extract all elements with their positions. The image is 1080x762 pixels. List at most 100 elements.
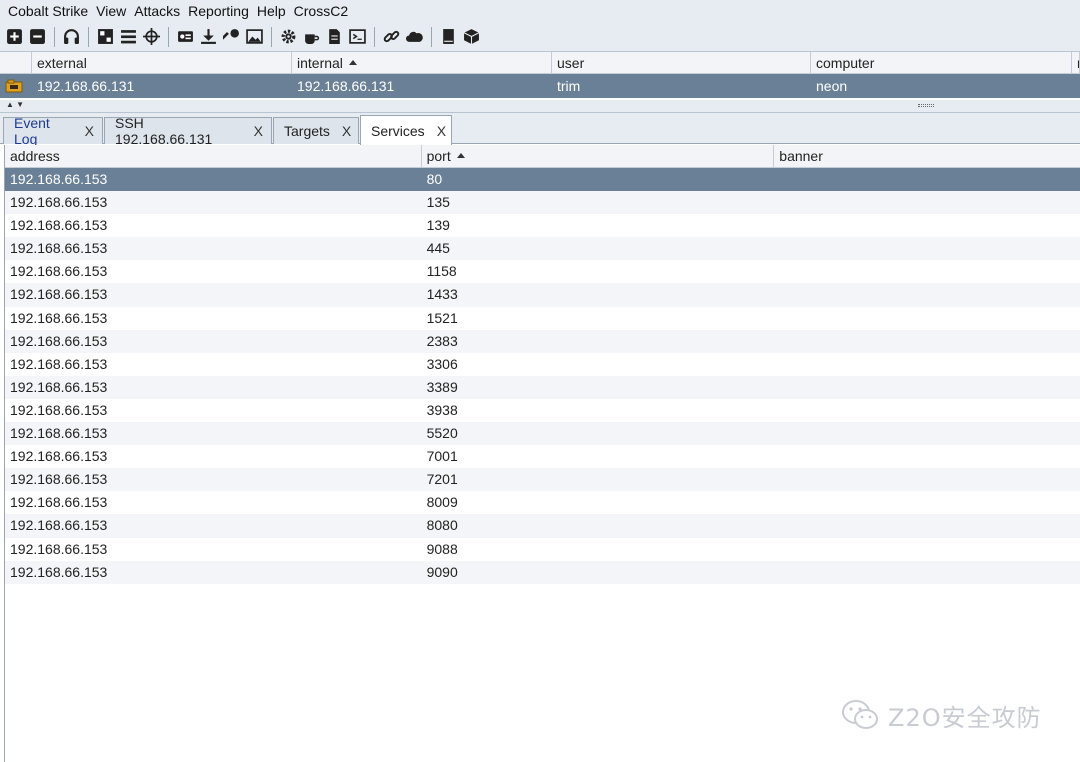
tab-label: Event Log bbox=[14, 115, 50, 147]
cell-address: 192.168.66.153 bbox=[10, 263, 108, 280]
document-icon[interactable] bbox=[324, 27, 344, 47]
tab-label: Targets bbox=[284, 123, 330, 139]
tab-label: SSH 192.168.66.131 bbox=[115, 115, 213, 147]
services-header: address port banner bbox=[5, 145, 1080, 168]
link-icon[interactable] bbox=[381, 27, 401, 47]
menu-attacks[interactable]: Attacks bbox=[130, 0, 184, 22]
header-user[interactable]: user bbox=[552, 52, 811, 74]
menu-reporting[interactable]: Reporting bbox=[184, 0, 253, 22]
header-computer[interactable]: computer bbox=[811, 52, 1072, 74]
table-row[interactable]: 192.168.66.153 445 bbox=[5, 237, 1080, 261]
header-internal[interactable]: internal bbox=[292, 52, 552, 74]
table-row[interactable]: 192.168.66.153 1521 bbox=[5, 307, 1080, 330]
header-port[interactable]: port bbox=[422, 145, 775, 168]
cell-banner bbox=[774, 237, 1080, 260]
download-icon[interactable] bbox=[198, 27, 218, 47]
cell-port: 9088 bbox=[426, 540, 458, 557]
table-row[interactable]: 192.168.66.153 2383 bbox=[5, 329, 1080, 353]
tab-targets[interactable]: Targets X bbox=[273, 117, 359, 144]
cell-banner bbox=[774, 376, 1080, 399]
headphones-icon[interactable] bbox=[61, 27, 81, 47]
header-port-label: port bbox=[426, 148, 451, 164]
header-banner[interactable]: banner bbox=[774, 145, 1080, 168]
session-computer: neon bbox=[816, 78, 848, 94]
cell-banner bbox=[774, 307, 1080, 330]
cell-address: 192.168.66.153 bbox=[10, 401, 108, 418]
pivot-graph-icon[interactable] bbox=[95, 27, 115, 47]
cell-address: 192.168.66.153 bbox=[10, 517, 108, 534]
key-icon[interactable] bbox=[221, 27, 241, 47]
tab-services[interactable]: Services X bbox=[360, 115, 452, 145]
table-row[interactable]: 192.168.66.153 139 bbox=[5, 214, 1080, 237]
table-row[interactable]: 192.168.66.153 135 bbox=[5, 191, 1080, 215]
cell-port: 445 bbox=[426, 240, 450, 257]
credentials-icon[interactable] bbox=[175, 27, 195, 47]
cube-icon[interactable] bbox=[461, 27, 481, 47]
menu-help[interactable]: Help bbox=[253, 0, 290, 22]
cell-address: 192.168.66.153 bbox=[10, 332, 108, 349]
gear-icon[interactable] bbox=[278, 27, 298, 47]
cell-address: 192.168.66.153 bbox=[10, 563, 108, 580]
cell-banner bbox=[774, 538, 1080, 561]
tab-event-log[interactable]: Event Log X bbox=[3, 115, 103, 147]
cell-banner bbox=[774, 330, 1080, 353]
table-row[interactable]: 192.168.66.153 1158 bbox=[5, 260, 1080, 283]
minus-icon[interactable] bbox=[27, 27, 47, 47]
cell-port: 5520 bbox=[426, 425, 458, 442]
toolbar-separator bbox=[374, 26, 375, 47]
image-icon[interactable] bbox=[244, 27, 264, 47]
tab-close-button[interactable]: X bbox=[254, 123, 263, 139]
table-row[interactable]: 192.168.66.153 3389 bbox=[5, 375, 1080, 399]
table-row[interactable]: 192.168.66.153 7001 bbox=[5, 445, 1080, 468]
list-icon[interactable] bbox=[118, 27, 138, 47]
tab-close-button[interactable]: X bbox=[342, 123, 351, 139]
table-row[interactable]: 192.168.66.153 5520 bbox=[5, 422, 1080, 446]
menu-view[interactable]: View bbox=[92, 0, 130, 22]
header-external[interactable]: external bbox=[32, 52, 292, 74]
tab-label: Services bbox=[371, 122, 425, 139]
cloud-icon[interactable] bbox=[404, 27, 424, 47]
cell-address: 192.168.66.153 bbox=[10, 471, 108, 488]
cell-banner bbox=[774, 491, 1080, 514]
cell-address: 192.168.66.153 bbox=[10, 494, 108, 511]
crosshair-icon[interactable] bbox=[141, 27, 161, 47]
table-row[interactable]: 192.168.66.153 3306 bbox=[5, 353, 1080, 376]
header-address[interactable]: address bbox=[5, 145, 422, 168]
cell-address: 192.168.66.153 bbox=[10, 171, 108, 187]
wechat-logo-icon bbox=[842, 700, 878, 729]
collapse-arrows-icon[interactable]: ▲ ▼ bbox=[6, 101, 24, 109]
menu-cobalt-strike[interactable]: Cobalt Strike bbox=[4, 0, 92, 22]
header-next[interactable]: n bbox=[1072, 52, 1080, 74]
cell-port: 9090 bbox=[426, 563, 458, 580]
split-pane-divider[interactable]: ▲ ▼ bbox=[0, 100, 1080, 113]
table-row[interactable]: 192.168.66.153 1433 bbox=[5, 283, 1080, 307]
cell-address: 192.168.66.153 bbox=[10, 286, 108, 303]
divider-grip-icon[interactable] bbox=[918, 104, 934, 107]
header-icon-column[interactable] bbox=[0, 52, 32, 74]
session-row[interactable]: 192.168.66.131 192.168.66.131 trim neon bbox=[0, 74, 1080, 98]
tab-close-button[interactable]: X bbox=[437, 123, 446, 139]
tab-ssh[interactable]: SSH 192.168.66.131 X bbox=[104, 115, 272, 147]
tab-close-button[interactable]: X bbox=[85, 123, 94, 139]
cell-banner bbox=[774, 283, 1080, 306]
cell-banner bbox=[774, 422, 1080, 445]
book-icon[interactable] bbox=[438, 27, 458, 47]
plus-icon[interactable] bbox=[4, 27, 24, 47]
session-external: 192.168.66.131 bbox=[37, 78, 135, 94]
sessions-table: external internal user computer n 192.16… bbox=[0, 52, 1080, 100]
cell-port: 7001 bbox=[426, 448, 458, 465]
table-row[interactable]: 192.168.66.153 80 bbox=[5, 168, 1080, 192]
cell-port: 3306 bbox=[426, 355, 458, 372]
menu-crossc2[interactable]: CrossC2 bbox=[290, 0, 352, 22]
table-row[interactable]: 192.168.66.153 8080 bbox=[5, 514, 1080, 538]
coffee-icon[interactable] bbox=[301, 27, 321, 47]
sort-ascending-icon bbox=[348, 59, 357, 65]
table-row[interactable]: 192.168.66.153 3938 bbox=[5, 399, 1080, 422]
table-row[interactable]: 192.168.66.153 8009 bbox=[5, 491, 1080, 514]
cell-banner bbox=[774, 561, 1080, 584]
table-row[interactable]: 192.168.66.153 7201 bbox=[5, 468, 1080, 492]
table-row[interactable]: 192.168.66.153 9090 bbox=[5, 560, 1080, 584]
console-icon[interactable] bbox=[347, 27, 367, 47]
table-row[interactable]: 192.168.66.153 9088 bbox=[5, 538, 1080, 561]
cell-address: 192.168.66.153 bbox=[10, 425, 108, 442]
